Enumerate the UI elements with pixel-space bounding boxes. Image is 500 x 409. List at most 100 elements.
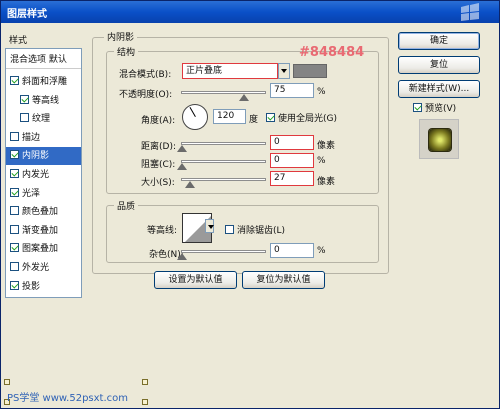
reset-default-button[interactable]: 复位为默认值	[242, 271, 325, 289]
global-light-check-icon[interactable]	[266, 113, 275, 122]
style-item-label: 投影	[22, 281, 41, 292]
style-item-label: 光泽	[22, 188, 41, 199]
angle-input[interactable]: 120	[213, 109, 246, 124]
style-item[interactable]: 纹理	[6, 110, 81, 128]
color-hex-note: #848484	[299, 45, 365, 60]
style-item[interactable]: 内阴影	[6, 147, 81, 166]
noise-percent: %	[317, 246, 326, 256]
antialias-label: 消除锯齿(L)	[237, 226, 286, 236]
choke-percent: %	[317, 156, 326, 166]
blend-mode-label: 混合模式(B):	[119, 70, 172, 80]
style-item[interactable]: 渐变叠加	[6, 222, 81, 240]
structure-title: 结构	[114, 45, 139, 58]
ok-button[interactable]: 确定	[398, 32, 480, 50]
resize-handle[interactable]	[4, 379, 10, 385]
opacity-percent: %	[317, 87, 326, 97]
global-light-checkbox[interactable]: 使用全局光(G)	[266, 111, 337, 124]
distance-input[interactable]: 0	[270, 135, 314, 150]
antialias-check-icon[interactable]	[225, 225, 234, 234]
style-item-checkbox[interactable]	[10, 206, 19, 216]
style-item[interactable]: 等高线	[6, 92, 81, 110]
style-item-checkbox[interactable]	[10, 280, 19, 290]
style-item-label: 图案叠加	[22, 244, 59, 255]
opacity-input[interactable]: 75	[270, 83, 314, 98]
style-item[interactable]: 内发光	[6, 166, 81, 184]
antialias-checkbox[interactable]: 消除锯齿(L)	[225, 223, 285, 236]
size-input[interactable]: 27	[270, 171, 314, 186]
preview-check-icon[interactable]	[413, 103, 422, 112]
style-item-label: 斜面和浮雕	[22, 77, 68, 87]
style-item-label: 描边	[22, 132, 41, 143]
choke-label: 阻塞(C):	[141, 160, 176, 170]
style-item-checkbox[interactable]	[10, 169, 19, 178]
preview-label: 预览(V)	[425, 104, 457, 114]
cancel-button[interactable]: 复位	[398, 56, 480, 74]
style-item-label: 外发光	[22, 263, 50, 273]
style-item[interactable]: 图案叠加	[6, 240, 81, 258]
choke-slider[interactable]	[177, 160, 266, 170]
distance-slider[interactable]	[177, 142, 266, 152]
contour-dropdown-button[interactable]	[205, 219, 214, 233]
shadow-color-swatch[interactable]	[293, 64, 327, 78]
style-item-label: 内发光	[22, 170, 50, 180]
quality-title: 品质	[114, 199, 139, 212]
style-item-checkbox[interactable]	[20, 113, 29, 123]
layer-style-dialog: 图层样式 样式 混合选项 默认 斜面和浮雕 等高线 纹理 描边 内阴影 内发光 光泽 颜色叠加…	[0, 0, 500, 409]
style-item[interactable]: 斜面和浮雕	[6, 73, 81, 91]
blend-mode-dropdown-button[interactable]	[278, 63, 290, 79]
style-item-label: 纹理	[32, 114, 51, 125]
style-item-checkbox[interactable]	[10, 243, 19, 253]
size-label: 大小(S):	[141, 178, 175, 188]
inner-shadow-title: 内阴影	[104, 30, 138, 43]
size-slider[interactable]	[181, 178, 266, 188]
watermark: PS学堂 www.52psxt.com	[7, 393, 129, 404]
noise-input[interactable]: 0	[270, 243, 314, 258]
global-light-label: 使用全局光(G)	[278, 114, 337, 124]
opacity-slider[interactable]	[181, 91, 266, 101]
contour-label: 等高线:	[147, 226, 178, 236]
style-item[interactable]: 光泽	[6, 185, 81, 203]
preview-checkbox[interactable]: 预览(V)	[413, 101, 456, 114]
style-item-checkbox[interactable]	[10, 150, 19, 160]
title-bar[interactable]: 图层样式	[1, 1, 499, 23]
style-preview	[419, 119, 459, 159]
distance-slider-thumb[interactable]	[177, 145, 187, 152]
windows-logo-icon	[461, 3, 479, 21]
resize-handle[interactable]	[142, 399, 148, 405]
style-item-label: 渐变叠加	[22, 225, 59, 236]
style-item-label: 内阴影	[22, 151, 50, 162]
styles-header[interactable]: 样式	[9, 33, 27, 46]
noise-slider[interactable]	[177, 250, 266, 260]
size-slider-thumb[interactable]	[185, 181, 196, 188]
style-item[interactable]: 描边	[6, 129, 81, 147]
angle-unit: 度	[249, 115, 259, 125]
style-item-checkbox[interactable]	[20, 94, 29, 104]
blend-mode-select[interactable]: 正片叠底	[182, 63, 278, 79]
opacity-label: 不透明度(O):	[119, 90, 173, 100]
window-title: 图层样式	[7, 9, 47, 20]
style-item-label: 等高线	[32, 95, 60, 106]
resize-handle[interactable]	[142, 379, 148, 385]
blending-options-item[interactable]: 混合选项 默认	[6, 51, 81, 69]
noise-slider-thumb[interactable]	[177, 253, 187, 260]
style-item-checkbox[interactable]	[10, 262, 19, 271]
preview-thumbnail	[429, 129, 451, 151]
style-item-checkbox[interactable]	[10, 224, 19, 234]
angle-dial[interactable]	[182, 104, 208, 130]
style-item[interactable]: 外发光	[6, 259, 81, 277]
new-style-button[interactable]: 新建样式(W)...	[398, 80, 480, 98]
set-default-button[interactable]: 设置为默认值	[154, 271, 237, 289]
style-item[interactable]: 颜色叠加	[6, 203, 81, 221]
size-unit: 像素	[317, 177, 336, 187]
style-item[interactable]: 投影	[6, 278, 81, 296]
opacity-slider-thumb[interactable]	[239, 94, 250, 101]
style-item-checkbox[interactable]	[10, 187, 19, 197]
choke-input[interactable]: 0	[270, 153, 314, 168]
style-item-checkbox[interactable]	[10, 131, 19, 141]
angle-label: 角度(A):	[141, 116, 176, 126]
choke-slider-thumb[interactable]	[177, 163, 187, 170]
styles-list: 混合选项 默认 斜面和浮雕等高线纹理描边内阴影内发光光泽颜色叠加渐变叠加图案叠加…	[5, 48, 82, 298]
style-item-checkbox[interactable]	[10, 76, 19, 85]
distance-label: 距离(D):	[141, 142, 176, 152]
distance-unit: 像素	[317, 141, 336, 151]
